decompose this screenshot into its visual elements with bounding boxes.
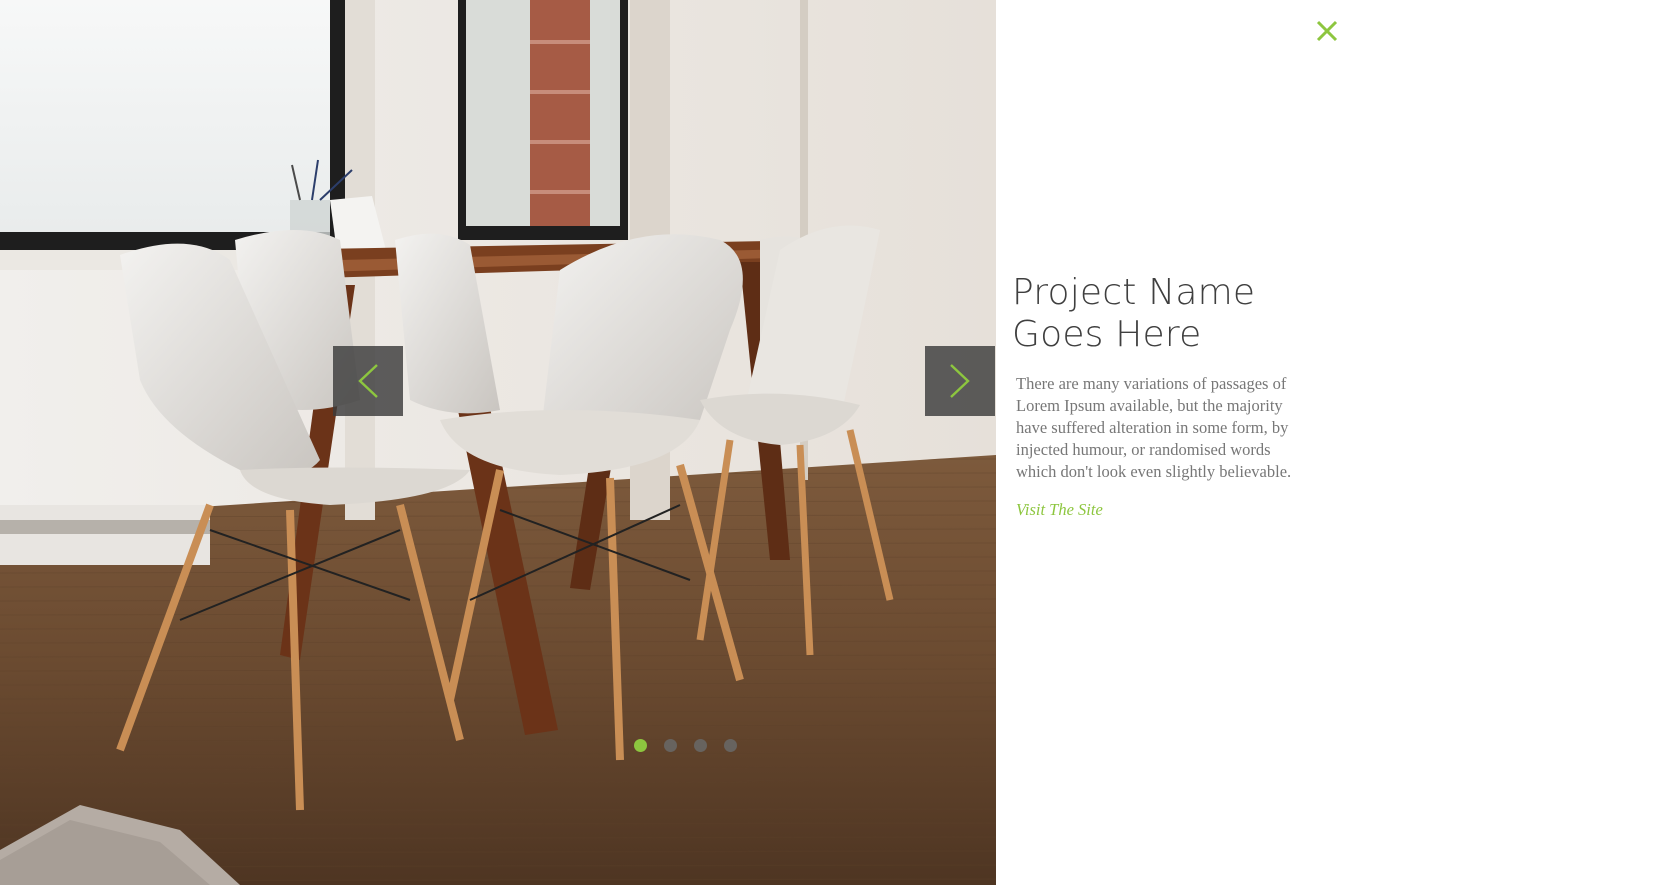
- slide-dot-3[interactable]: [694, 739, 707, 752]
- project-title: Project Name Goes Here: [1012, 272, 1256, 355]
- chevron-right-icon: [950, 364, 970, 398]
- next-slide-button[interactable]: [925, 346, 995, 416]
- slide-dot-1[interactable]: [634, 739, 647, 752]
- chevron-left-icon: [358, 364, 378, 398]
- slide-dot-4[interactable]: [724, 739, 737, 752]
- project-lightbox: Project Name Goes Here There are many va…: [0, 0, 1680, 885]
- project-info-panel: Project Name Goes Here There are many va…: [996, 0, 1680, 885]
- project-description: There are many variations of passages of…: [1016, 374, 1292, 481]
- close-icon[interactable]: [1314, 18, 1340, 44]
- slide-photo: [0, 0, 996, 885]
- slide-pagination: [634, 739, 737, 752]
- image-slider: [0, 0, 996, 885]
- previous-slide-button[interactable]: [333, 346, 403, 416]
- slide-dot-2[interactable]: [664, 739, 677, 752]
- visit-site-link[interactable]: Visit The Site: [1016, 500, 1103, 520]
